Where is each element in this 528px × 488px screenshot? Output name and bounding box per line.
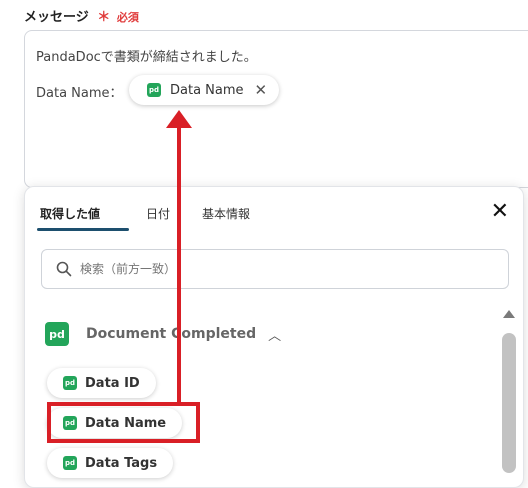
search-icon xyxy=(56,261,72,277)
pandadoc-icon: pd xyxy=(63,456,77,470)
highlight-box xyxy=(47,402,200,443)
message-textarea[interactable]: PandaDocで書類が締結されました。 Data Name： pd Data … xyxy=(24,30,528,188)
list-item-label: Data ID xyxy=(85,375,140,391)
pandadoc-icon: pd xyxy=(147,83,161,97)
search-input[interactable] xyxy=(78,261,482,277)
field-label-text: メッセージ xyxy=(24,10,89,25)
search-field[interactable] xyxy=(41,249,509,289)
scroll-up-arrow-icon[interactable] xyxy=(503,310,515,318)
section-header[interactable]: pd Document Completed ︿ xyxy=(45,322,281,346)
chip-label: Data Name xyxy=(170,82,244,98)
pandadoc-logo-icon: pd xyxy=(45,322,69,346)
tab-acquired-values[interactable]: 取得した値 xyxy=(40,205,100,222)
close-icon[interactable]: ✕ xyxy=(491,201,509,223)
inserted-variable-chip[interactable]: pd Data Name ✕ xyxy=(129,75,280,105)
list-item-data-id[interactable]: pd Data ID xyxy=(47,368,156,398)
tab-bar: 取得した値 日付 基本情報 xyxy=(25,187,523,231)
message-line-1: PandaDocで書類が締結されました。 xyxy=(36,50,257,65)
tab-basic-info[interactable]: 基本情報 xyxy=(202,205,250,222)
required-asterisk: ＊ xyxy=(97,10,111,25)
pandadoc-icon: pd xyxy=(63,376,77,390)
chevron-up-icon[interactable]: ︿ xyxy=(268,325,281,344)
remove-chip-icon[interactable]: ✕ xyxy=(255,81,268,99)
section-title: Document Completed xyxy=(86,326,257,342)
active-tab-indicator xyxy=(37,228,129,231)
required-text: 必須 xyxy=(116,11,139,24)
message-line-2-label: Data Name： xyxy=(36,86,123,101)
tab-date[interactable]: 日付 xyxy=(146,205,170,222)
field-label: メッセージ ＊ 必須 xyxy=(24,6,139,25)
scrollbar-thumb[interactable] xyxy=(502,333,516,473)
list-item-label: Data Tags xyxy=(85,455,158,471)
list-item-data-tags[interactable]: pd Data Tags xyxy=(47,448,174,478)
